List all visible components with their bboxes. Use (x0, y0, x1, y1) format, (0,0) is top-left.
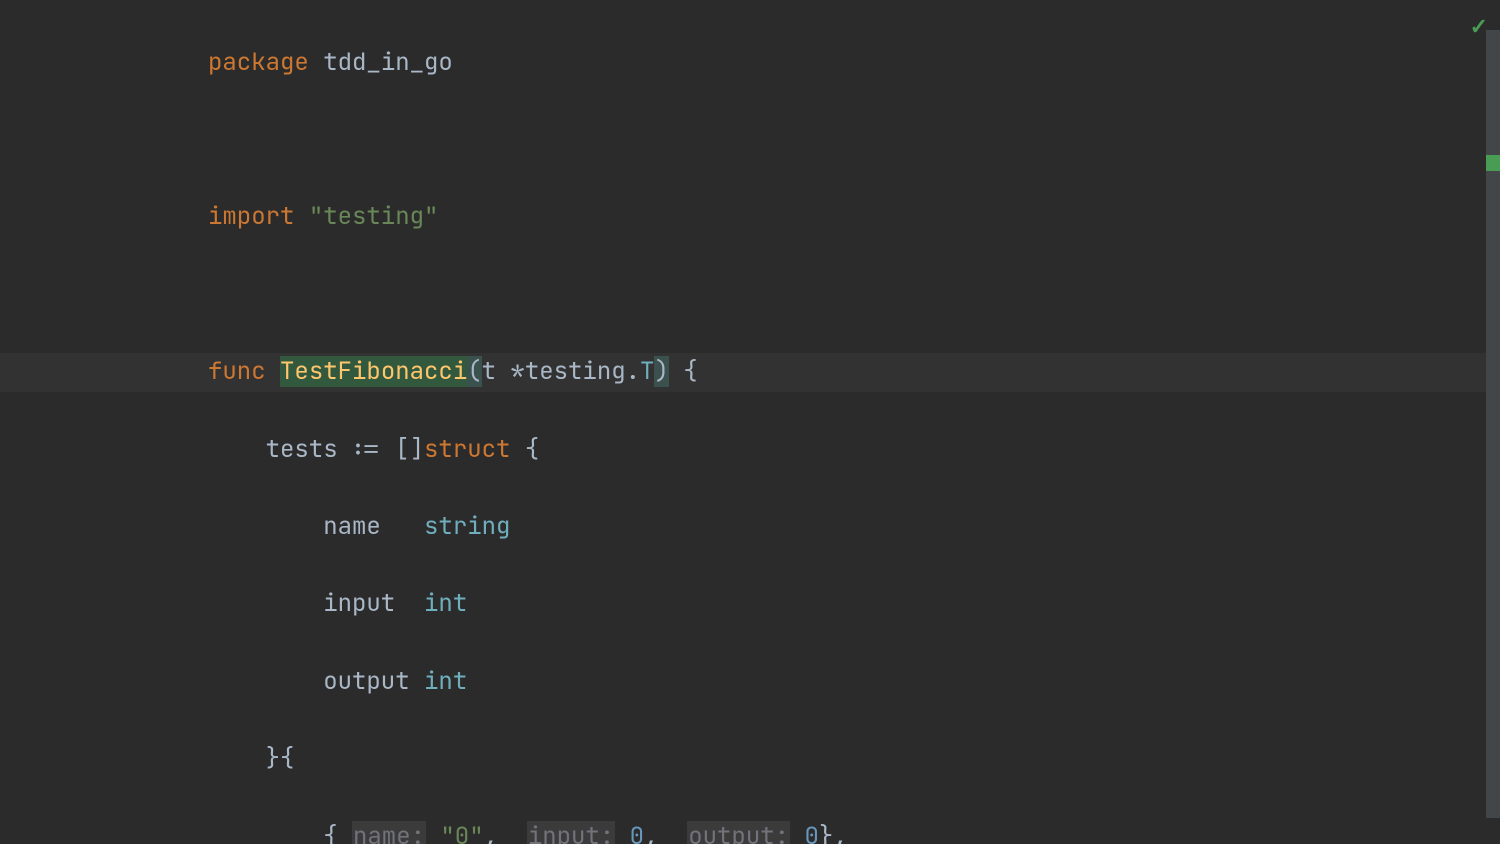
code-line[interactable]: name string (208, 508, 1500, 547)
type-string: string (424, 511, 510, 542)
code-line[interactable] (208, 276, 1500, 315)
type-T: T (640, 356, 654, 387)
code-line[interactable]: }{ (208, 740, 1500, 779)
gutter-change-marker[interactable] (1486, 155, 1500, 171)
keyword-import: import (208, 201, 294, 232)
vertical-scrollbar[interactable] (1486, 30, 1500, 818)
keyword-func: func (208, 356, 266, 387)
field-output: output (323, 666, 424, 697)
param-hint-name: name: (352, 821, 426, 844)
paren-close: ) (654, 356, 668, 387)
tests-decl: tests := [] (266, 434, 424, 465)
keyword-struct: struct (424, 434, 510, 465)
struct-close: }{ (266, 743, 295, 774)
type-int: int (424, 666, 467, 697)
param-hint-input: input: (527, 821, 615, 844)
code-line[interactable]: output int (208, 663, 1500, 702)
code-line[interactable]: package tdd_in_go (208, 44, 1500, 83)
brace-open: { (510, 434, 539, 465)
scrollbar-thumb[interactable] (1486, 30, 1500, 818)
field-name: name (323, 511, 424, 542)
paren-open: ( (467, 356, 481, 387)
field-input: input (323, 588, 424, 619)
param-hint-output: output: (687, 821, 790, 844)
code-line[interactable] (208, 121, 1500, 160)
keyword-package: package (208, 47, 309, 78)
import-path: "testing" (309, 201, 439, 232)
code-line[interactable]: input int (208, 585, 1500, 624)
literal-number: 0 (630, 821, 644, 844)
code-editor[interactable]: package tdd_in_go import "testing" func … (0, 0, 1500, 844)
literal-number: 0 (804, 821, 818, 844)
type-int: int (424, 588, 467, 619)
code-line-active[interactable]: func TestFibonacci(t *testing.T) { (0, 353, 1500, 392)
function-name: TestFibonacci (280, 356, 467, 387)
func-params: t *testing. (482, 356, 640, 387)
code-line[interactable]: import "testing" (208, 198, 1500, 237)
brace-open: { (669, 356, 698, 387)
code-line[interactable]: { name: "0", input: 0, output: 0}, (208, 818, 1500, 844)
code-line[interactable]: tests := []struct { (208, 431, 1500, 470)
package-name: tdd_in_go (323, 47, 453, 78)
literal-string: "0" (440, 821, 483, 844)
